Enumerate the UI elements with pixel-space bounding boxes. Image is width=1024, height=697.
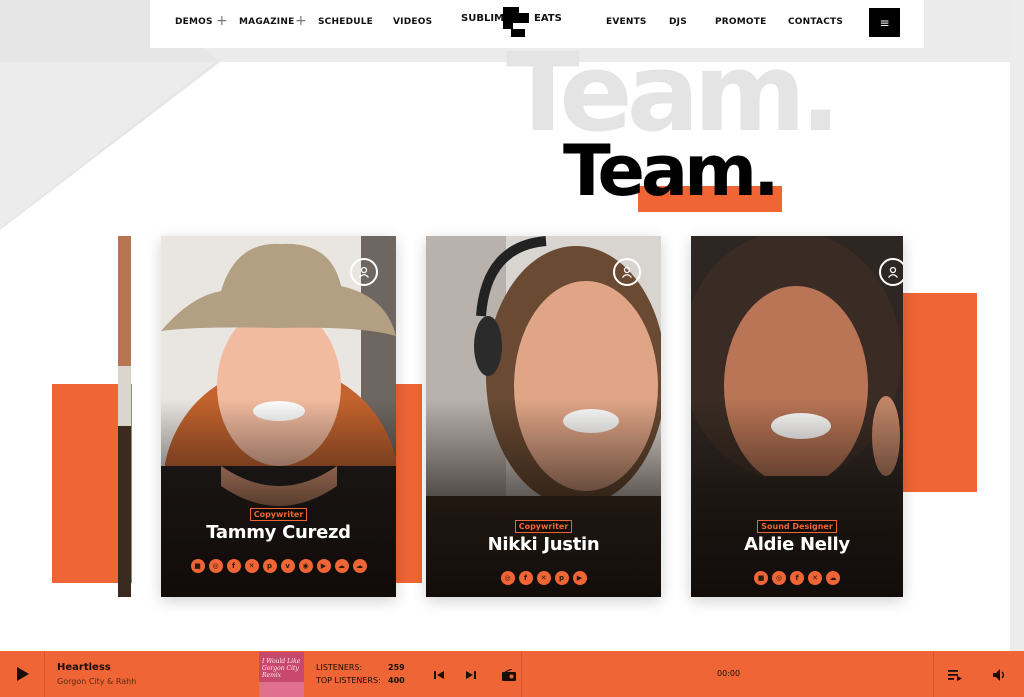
soundcloud-icon[interactable]: ☁ xyxy=(826,571,840,585)
listeners-value: 259 xyxy=(388,663,405,672)
role-badge: Sound Designer xyxy=(691,514,903,533)
accent-block-mid xyxy=(396,384,422,583)
social-icon[interactable]: ■ xyxy=(754,571,768,585)
player-divider xyxy=(44,651,45,697)
nav-schedule[interactable]: SCHEDULE xyxy=(318,17,373,27)
next-button[interactable] xyxy=(464,668,478,682)
play-button[interactable] xyxy=(10,661,36,687)
facebook-icon[interactable]: f xyxy=(518,571,533,585)
team-card-partial[interactable] xyxy=(118,236,131,597)
user-icon[interactable] xyxy=(350,258,378,286)
instagram-icon[interactable]: ◎ xyxy=(772,571,786,585)
social-links: ■ ◎ f ✕ p v ◉ ▶ ☁ ☁ xyxy=(161,559,396,573)
nav-magazine[interactable]: MAGAZINE xyxy=(239,17,294,27)
x-icon[interactable]: ✕ xyxy=(536,571,551,585)
nav-promote[interactable]: PROMOTE xyxy=(715,17,766,27)
instagram-icon[interactable]: ◎ xyxy=(208,559,223,573)
playlist-icon xyxy=(948,669,962,681)
nav-videos[interactable]: VIDEOS xyxy=(393,17,432,27)
role-badge: Copywriter xyxy=(426,514,661,533)
accent-block-right xyxy=(903,293,977,492)
previous-icon xyxy=(434,671,444,679)
youtube-icon[interactable]: ▶ xyxy=(572,571,587,585)
dribbble-icon[interactable]: ◉ xyxy=(298,559,313,573)
pinterest-icon[interactable]: p xyxy=(262,559,277,573)
x-icon[interactable]: ✕ xyxy=(244,559,259,573)
cloud-icon[interactable]: ☁ xyxy=(352,559,367,573)
nav-demos-expand-icon[interactable]: + xyxy=(216,13,228,29)
radio-button[interactable] xyxy=(500,667,518,683)
page-title: Team. xyxy=(563,130,780,212)
social-links: ◎ f ✕ p ▶ xyxy=(426,571,661,585)
player-divider xyxy=(933,651,934,697)
youtube-icon[interactable]: ▶ xyxy=(316,559,331,573)
instagram-icon[interactable]: ◎ xyxy=(500,571,515,585)
track-title: Heartless xyxy=(57,662,111,673)
nav-magazine-expand-icon[interactable]: + xyxy=(295,13,307,29)
pinterest-icon[interactable]: p xyxy=(554,571,569,585)
team-card[interactable]: Sound Designer Aldie Nelly ■ ◎ f ✕ ☁ xyxy=(691,236,903,597)
logo-text-right[interactable]: EATS xyxy=(534,13,562,24)
soundcloud-icon[interactable]: ☁ xyxy=(334,559,349,573)
nav-demos[interactable]: DEMOS xyxy=(175,17,213,27)
playlist-button[interactable] xyxy=(946,667,964,683)
next-icon xyxy=(466,671,476,679)
playback-time: 00:00 xyxy=(717,669,741,678)
x-icon[interactable]: ✕ xyxy=(808,571,822,585)
album-cover: I Would Like Gorgon City Remix xyxy=(259,652,304,697)
nav-events[interactable]: EVENTS xyxy=(606,17,647,27)
play-icon xyxy=(17,667,29,681)
user-icon[interactable] xyxy=(879,258,903,286)
social-icon[interactable]: ■ xyxy=(190,559,205,573)
radio-icon xyxy=(502,669,516,681)
track-artist: Gorgon City & Rahh xyxy=(57,677,137,686)
top-listeners-value: 400 xyxy=(388,676,405,685)
hamburger-menu-button[interactable]: ≡ xyxy=(869,8,900,37)
vimeo-icon[interactable]: v xyxy=(280,559,295,573)
top-listeners-label: TOP LISTENERS: xyxy=(316,676,381,685)
volume-icon xyxy=(993,669,1005,681)
hamburger-icon: ≡ xyxy=(879,15,890,30)
facebook-icon[interactable]: f xyxy=(790,571,804,585)
album-cover-text: I Would Like Gorgon City Remix xyxy=(262,658,301,679)
team-card[interactable]: Copywriter Nikki Justin ◎ f ✕ p ▶ xyxy=(426,236,661,597)
player-divider xyxy=(521,651,522,697)
member-name[interactable]: Aldie Nelly xyxy=(691,534,903,555)
listeners-label: LISTENERS: xyxy=(316,663,363,672)
volume-button[interactable] xyxy=(991,667,1009,683)
nav-djs[interactable]: DJS xyxy=(669,17,687,27)
role-badge: Copywriter xyxy=(161,502,396,521)
member-name[interactable]: Tammy Curezd xyxy=(161,522,396,543)
nav-contacts[interactable]: CONTACTS xyxy=(788,17,843,27)
user-icon[interactable] xyxy=(613,258,641,286)
team-card[interactable]: Copywriter Tammy Curezd ■ ◎ f ✕ p v ◉ ▶ … xyxy=(161,236,396,597)
previous-button[interactable] xyxy=(432,668,446,682)
member-name[interactable]: Nikki Justin xyxy=(426,534,661,555)
social-links: ■ ◎ f ✕ ☁ xyxy=(691,571,903,585)
facebook-icon[interactable]: f xyxy=(226,559,241,573)
team-photo xyxy=(118,236,131,597)
